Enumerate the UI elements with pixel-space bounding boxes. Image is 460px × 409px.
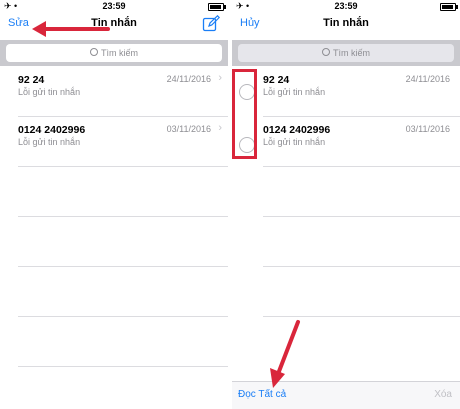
divider (263, 216, 460, 217)
conversation-name: 0124 2402996 (18, 124, 86, 136)
battery-icon (440, 3, 458, 11)
conversation-name: 92 24 (263, 74, 290, 86)
conversation-row[interactable]: 92 24 24/11/2016 Lỗi gửi tin nhắn (232, 67, 460, 115)
conversation-subtitle: Lỗi gửi tin nhắn (18, 87, 81, 97)
status-bar: ✈ • 23:59 (0, 0, 228, 12)
messages-edit-screen: ✈ • 23:59 Hủy Tin nhắn Tìm kiếm 92 24 24… (232, 0, 460, 409)
divider (18, 266, 228, 267)
conversation-date: 24/11/2016 (166, 74, 211, 84)
bottom-toolbar: Đọc Tất cả Xóa (232, 381, 460, 409)
divider (263, 166, 460, 167)
navigation-bar: Sửa Tin nhắn (0, 12, 228, 40)
page-title: Tin nhắn (323, 17, 369, 29)
conversation-date: 03/11/2016 (166, 124, 211, 134)
search-icon (322, 48, 330, 56)
conversation-row[interactable]: 92 24 24/11/2016 › Lỗi gửi tin nhắn (0, 67, 228, 115)
battery-icon (208, 3, 226, 11)
divider (18, 216, 228, 217)
conversation-subtitle: Lỗi gửi tin nhắn (18, 137, 81, 147)
status-time: 23:59 (102, 1, 126, 11)
messages-list-screen: ✈ • 23:59 Sửa Tin nhắn Tìm kiếm 92 24 24… (0, 0, 228, 409)
status-bar: ✈ • 23:59 (232, 0, 460, 12)
divider (18, 316, 228, 317)
conversation-name: 92 24 (18, 74, 45, 86)
conversation-row[interactable]: 0124 2402996 03/11/2016 Lỗi gửi tin nhắn (232, 117, 460, 165)
status-time: 23:59 (334, 1, 358, 11)
search-placeholder: Tìm kiếm (101, 48, 138, 58)
compose-icon[interactable] (202, 15, 220, 33)
conversation-date: 24/11/2016 (405, 74, 450, 84)
conversation-row[interactable]: 0124 2402996 03/11/2016 › Lỗi gửi tin nh… (0, 117, 228, 165)
conversation-date: 03/11/2016 (405, 124, 450, 134)
chevron-right-icon: › (218, 72, 222, 84)
search-icon (90, 48, 98, 56)
navigation-bar: Hủy Tin nhắn (232, 12, 460, 40)
conversation-subtitle: Lỗi gửi tin nhắn (263, 137, 326, 147)
search-input[interactable]: Tìm kiếm (238, 44, 454, 62)
annotation-highlight-box (232, 69, 257, 159)
divider (18, 166, 228, 167)
search-input[interactable]: Tìm kiếm (6, 44, 222, 62)
chevron-right-icon: › (218, 122, 222, 134)
divider (263, 316, 460, 317)
page-title: Tin nhắn (91, 17, 137, 29)
divider (18, 366, 228, 367)
search-bar: Tìm kiếm (232, 40, 460, 66)
read-all-button[interactable]: Đọc Tất cả (238, 389, 286, 400)
search-bar: Tìm kiếm (0, 40, 228, 66)
conversation-subtitle: Lỗi gửi tin nhắn (263, 87, 326, 97)
divider (263, 266, 460, 267)
annotation-arrow (270, 320, 300, 388)
delete-button[interactable]: Xóa (434, 389, 452, 400)
conversation-name: 0124 2402996 (263, 124, 331, 136)
search-placeholder: Tìm kiếm (333, 48, 370, 58)
